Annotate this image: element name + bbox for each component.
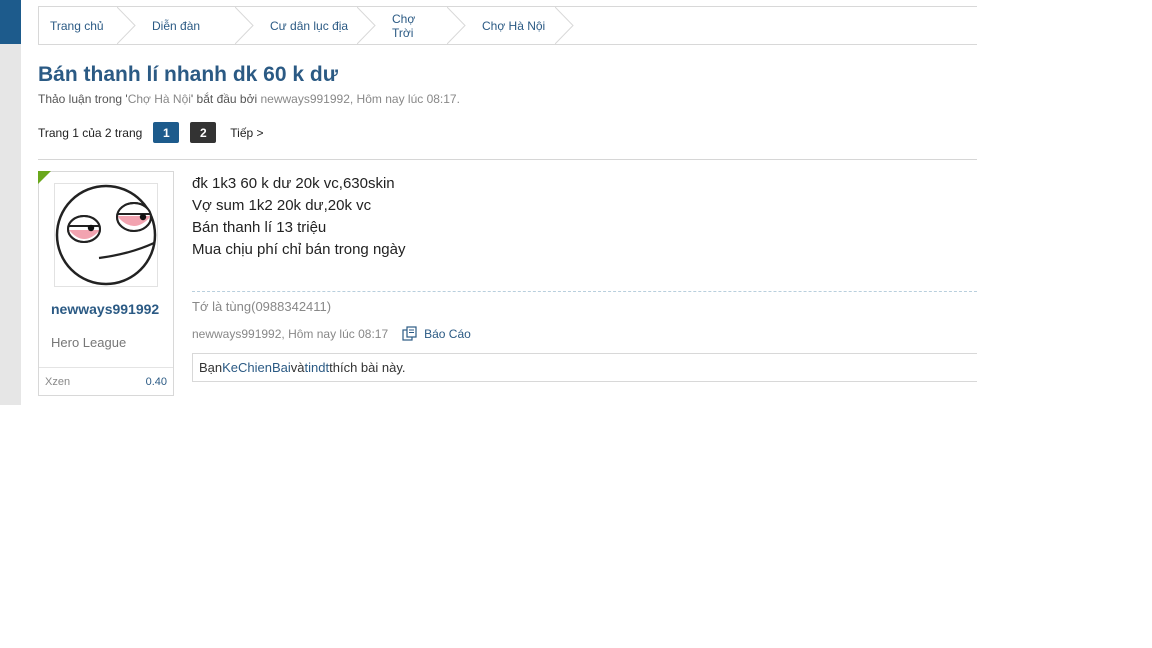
post-body: đk 1k3 60 k dư 20k vc,630skin Vợ sum 1k2… <box>192 171 977 382</box>
next-page-link[interactable]: Tiếp > <box>230 126 263 140</box>
breadcrumb-chevron-icon <box>117 7 136 44</box>
breadcrumb: Trang chủ Diễn đàn Cư dân lục địa Chợ Tr… <box>38 6 977 45</box>
likes-text: Bạn <box>199 360 223 375</box>
likes-text: và <box>290 360 305 375</box>
report-button[interactable]: Báo Cáo <box>402 326 471 341</box>
post: newways991992 Hero League Xzen 0.40 đk 1… <box>38 171 977 396</box>
signature: Tớ là tùng(0988342411) <box>192 299 332 314</box>
post-meta-text[interactable]: newways991992, Hôm nay lúc 08:17 <box>192 327 388 341</box>
breadcrumb-item-forums[interactable]: Diễn đàn <box>127 7 254 44</box>
thread-meta: Thảo luận trong 'Chợ Hà Nội' bắt đầu bởi… <box>38 92 977 106</box>
author-rank: Hero League <box>51 335 127 350</box>
breadcrumb-item-market[interactable]: Chợ Trời <box>367 7 466 44</box>
breadcrumb-item-home[interactable]: Trang chủ <box>39 7 136 44</box>
page-1-button[interactable]: 1 <box>153 122 180 143</box>
breadcrumb-label: Chợ Trời <box>392 11 416 40</box>
breadcrumb-chevron-icon <box>555 7 574 44</box>
online-indicator <box>38 171 51 184</box>
divider <box>38 159 977 160</box>
breadcrumb-label: Trang chủ <box>50 18 104 33</box>
breadcrumb-chevron-icon <box>447 7 466 44</box>
message-line: Mua chịu phí chỉ bán trong ngày <box>192 241 406 258</box>
breadcrumb-item-residents[interactable]: Cư dân lục địa <box>245 7 376 44</box>
breadcrumb-chevron-icon <box>357 7 376 44</box>
message-line: Bán thanh lí 13 triệu <box>192 219 327 236</box>
breadcrumb-label: Diễn đàn <box>152 18 201 33</box>
meta-forum-link[interactable]: Chợ Hà Nội <box>128 92 191 106</box>
liker-link[interactable]: KeChienBai <box>222 360 291 375</box>
avatar-face-icon <box>55 184 157 286</box>
author-username[interactable]: newways991992 <box>51 301 167 318</box>
left-accent <box>0 0 21 44</box>
author-stat: Xzen 0.40 <box>39 367 173 395</box>
meta-text: . <box>456 92 460 106</box>
stat-value: 0.40 <box>145 375 167 388</box>
page-2-button[interactable]: 2 <box>190 122 217 143</box>
post-message: đk 1k3 60 k dư 20k vc,630skin Vợ sum 1k2… <box>192 171 977 261</box>
breadcrumb-label: Chợ Hà Nội <box>482 18 546 33</box>
breadcrumb-item-hanoi-market[interactable]: Chợ Hà Nội <box>457 7 574 44</box>
likes-text: thích bài này. <box>329 360 406 375</box>
page-nav-label: Trang 1 của 2 trang <box>38 125 143 140</box>
main-content: Trang chủ Diễn đàn Cư dân lục địa Chợ Tr… <box>38 6 977 396</box>
avatar[interactable] <box>54 183 158 287</box>
author-card: newways991992 Hero League Xzen 0.40 <box>38 171 174 396</box>
page-nav: Trang 1 của 2 trang 1 2 Tiếp > <box>38 122 977 143</box>
breadcrumb-chevron-icon <box>235 7 254 44</box>
report-icon <box>402 326 417 341</box>
meta-time: Hôm nay lúc 08:17 <box>356 92 457 106</box>
meta-text: ' bắt đầu bởi <box>190 92 261 106</box>
left-strip <box>0 0 21 405</box>
meta-text: , <box>349 92 357 106</box>
breadcrumb-label: Cư dân lục địa <box>270 18 349 33</box>
signature-divider <box>192 291 977 292</box>
liker-link[interactable]: tindt <box>305 360 330 375</box>
thread-title: Bán thanh lí nhanh dk 60 k dư <box>38 63 338 86</box>
meta-author-link[interactable]: newways991992 <box>260 92 349 106</box>
report-label: Báo Cáo <box>424 326 471 341</box>
post-meta: newways991992, Hôm nay lúc 08:17 Báo Cáo <box>192 326 977 341</box>
likes-summary: Bạn KeChienBai và tindt thích bài này. <box>192 353 977 382</box>
meta-text: Thảo luận trong ' <box>38 92 128 106</box>
message-line: Vợ sum 1k2 20k dư,20k vc <box>192 197 372 214</box>
message-line: đk 1k3 60 k dư 20k vc,630skin <box>192 175 395 192</box>
stat-label: Xzen <box>45 375 71 388</box>
